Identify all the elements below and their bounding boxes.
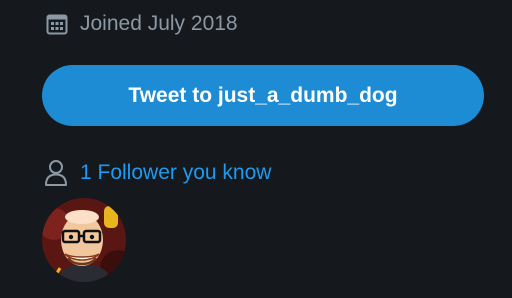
calendar-icon — [46, 13, 68, 35]
followers-you-know-row[interactable]: 1 Follower you know — [44, 158, 271, 188]
joined-date-row: Joined July 2018 — [46, 11, 238, 37]
follower-avatar[interactable] — [42, 198, 126, 282]
followers-you-know-link[interactable]: 1 Follower you know — [80, 159, 271, 187]
tweet-to-user-button[interactable]: Tweet to just_a_dumb_dog — [42, 65, 484, 126]
joined-date-text: Joined July 2018 — [80, 12, 238, 35]
tweet-to-user-button-label: Tweet to just_a_dumb_dog — [128, 83, 398, 107]
person-icon — [44, 159, 68, 187]
